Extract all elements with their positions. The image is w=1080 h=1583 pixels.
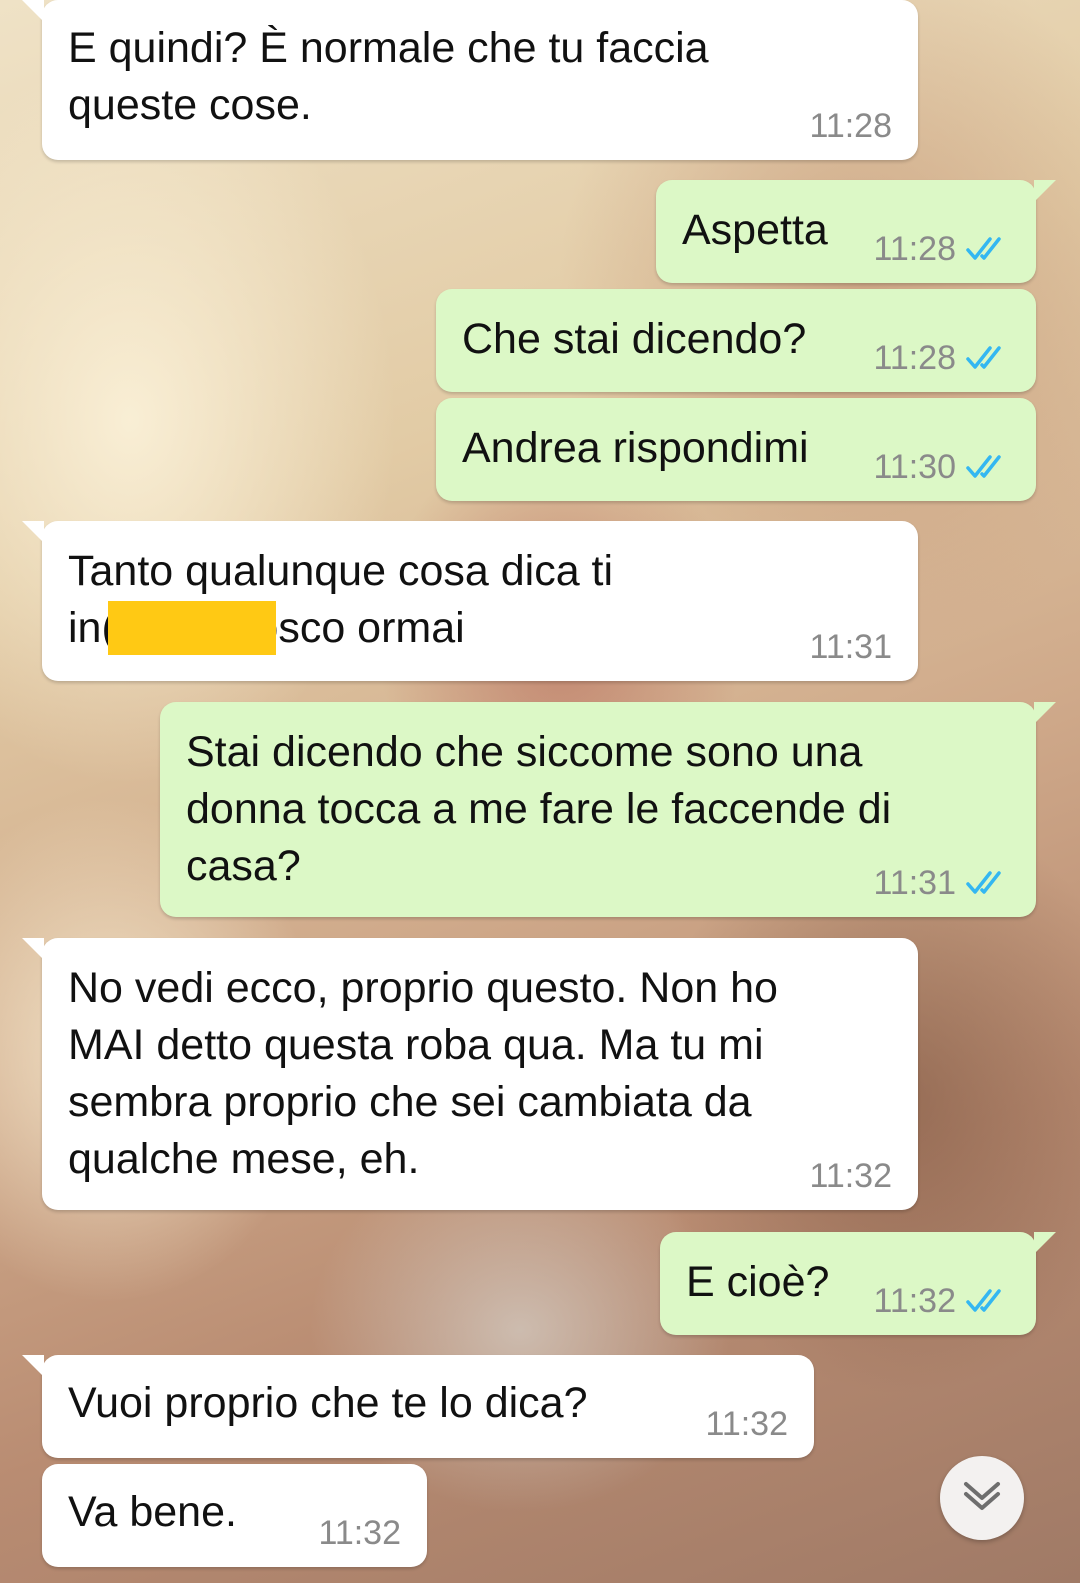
message-meta: 11:28 <box>809 106 892 146</box>
message-time: 11:28 <box>873 230 956 268</box>
message-text: Aspetta <box>682 206 828 254</box>
message-meta: 11:30 <box>873 447 1010 487</box>
message-meta: 11:32 <box>318 1513 401 1553</box>
message-meta: 11:31 <box>873 863 1010 903</box>
scroll-to-bottom-button[interactable] <box>940 1456 1024 1540</box>
message-meta: 11:32 <box>809 1156 892 1196</box>
message-time: 11:32 <box>809 1157 892 1195</box>
message-text: E quindi? È normale che tu faccia queste… <box>68 24 709 129</box>
double-chevron-down-icon <box>962 1478 1002 1519</box>
message-text: No vedi ecco, proprio questo. Non ho MAI… <box>68 964 778 1183</box>
double-check-icon <box>966 345 1010 371</box>
message-time: 11:32 <box>318 1514 401 1552</box>
double-check-icon <box>966 1288 1010 1314</box>
message-meta: 11:32 <box>873 1281 1010 1321</box>
message-outgoing[interactable]: Che stai dicendo? 11:28 <box>436 289 1036 392</box>
message-time: 11:32 <box>873 1282 956 1320</box>
message-text: Va bene. <box>68 1488 237 1536</box>
message-text: Vuoi proprio che te lo dica? <box>68 1379 588 1427</box>
double-check-icon <box>966 454 1010 480</box>
redaction-mark <box>108 601 276 655</box>
message-outgoing[interactable]: Andrea rispondimi 11:30 <box>436 398 1036 501</box>
message-time: 11:31 <box>809 628 892 666</box>
message-incoming[interactable]: No vedi ecco, proprio questo. Non ho MAI… <box>22 938 918 1210</box>
message-meta: 11:31 <box>809 627 892 667</box>
message-incoming[interactable]: E quindi? È normale che tu faccia queste… <box>22 0 918 160</box>
message-incoming[interactable]: Va bene. 11:32 <box>42 1464 427 1567</box>
message-incoming[interactable]: Tanto qualunque cosa dica ti in( , ti co… <box>22 521 918 681</box>
message-text: E cioè? <box>686 1258 830 1306</box>
double-check-icon <box>966 870 1010 896</box>
message-outgoing[interactable]: Stai dicendo che siccome sono una donna … <box>160 702 1056 917</box>
message-outgoing[interactable]: Aspetta 11:28 <box>656 180 1056 283</box>
message-time: 11:31 <box>873 864 956 902</box>
message-text: Andrea rispondimi <box>462 424 809 472</box>
message-meta: 11:28 <box>873 338 1010 378</box>
message-time: 11:32 <box>705 1405 788 1443</box>
message-time: 11:28 <box>809 107 892 145</box>
message-time: 11:28 <box>873 339 956 377</box>
double-check-icon <box>966 236 1010 262</box>
message-meta: 11:32 <box>705 1404 788 1444</box>
message-text: Che stai dicendo? <box>462 315 807 363</box>
message-incoming[interactable]: Vuoi proprio che te lo dica? 11:32 <box>22 1355 814 1458</box>
message-outgoing[interactable]: E cioè? 11:32 <box>660 1232 1056 1335</box>
message-meta: 11:28 <box>873 229 1010 269</box>
message-time: 11:30 <box>873 448 956 486</box>
message-text: Stai dicendo che siccome sono una donna … <box>186 728 892 890</box>
